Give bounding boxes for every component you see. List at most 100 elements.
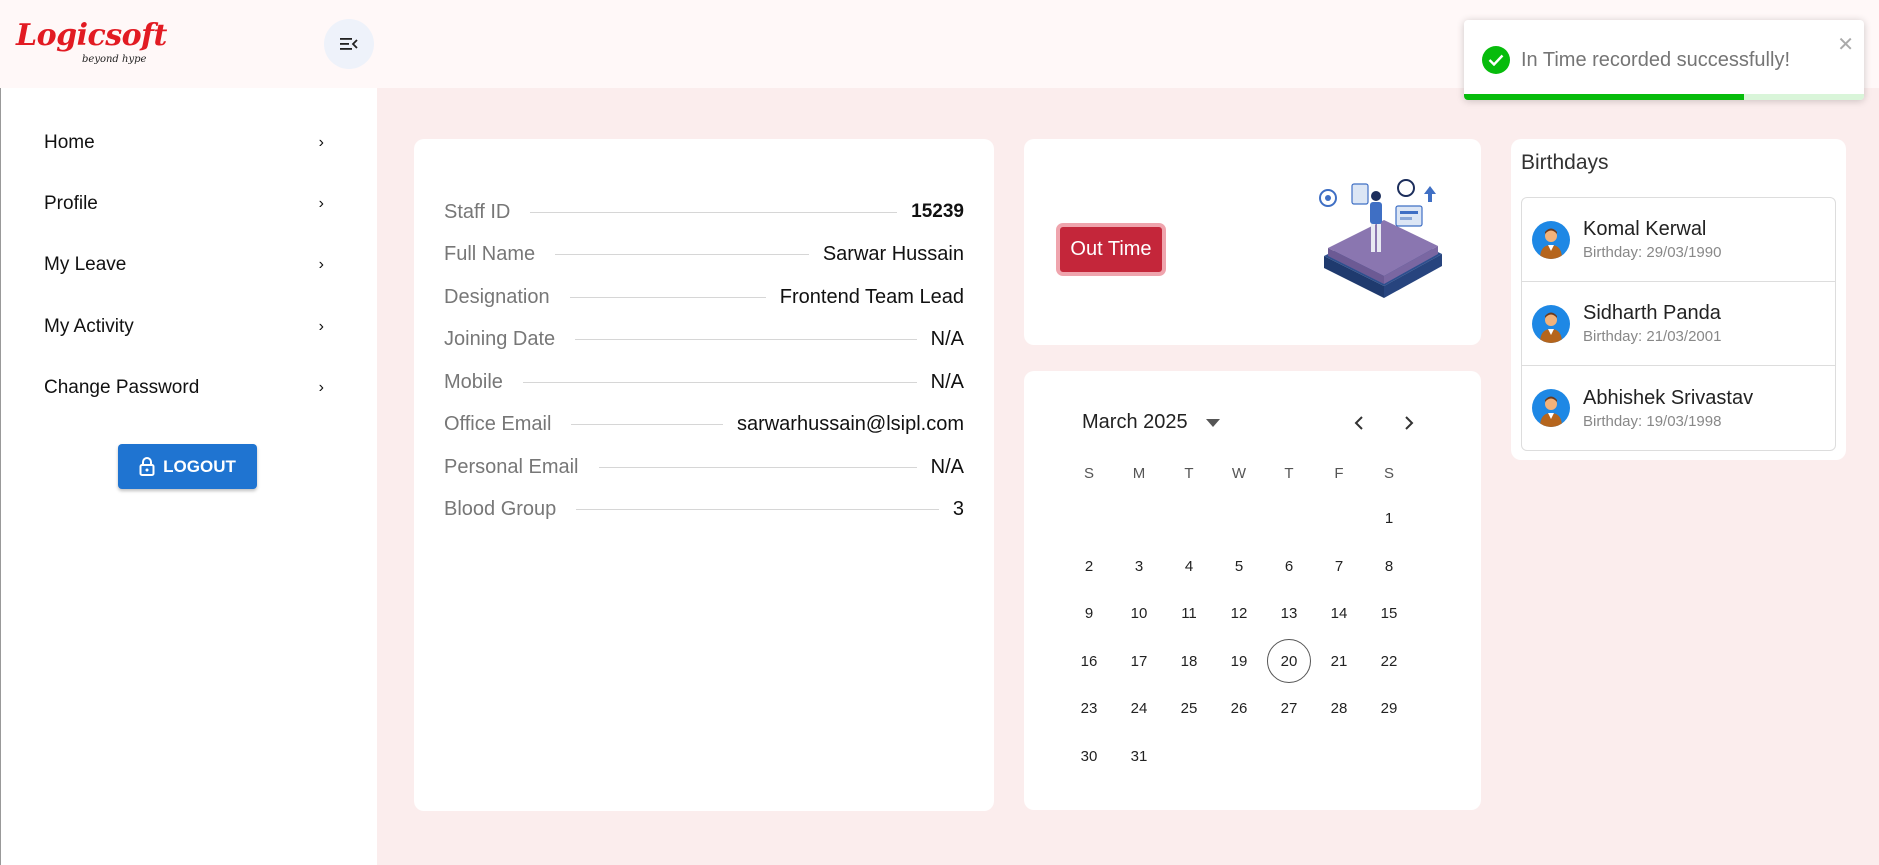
- calendar-week: 30 31: [1064, 733, 1414, 781]
- calendar-day-number: 31: [1130, 747, 1148, 765]
- info-label: Full Name: [444, 242, 536, 265]
- calendar-day[interactable]: 18: [1164, 638, 1214, 686]
- calendar-card: March 2025 S M T W T F S 1 2 3 4 5 6 7 8 9 10 11 12…: [1024, 371, 1481, 810]
- calendar-day[interactable]: 13: [1264, 590, 1314, 638]
- calendar-day-number: 16: [1080, 652, 1098, 670]
- info-label: Office Email: [444, 412, 552, 435]
- birthday-item[interactable]: Komal Kerwal Birthday: 29/03/1990: [1522, 198, 1835, 282]
- brand-logo[interactable]: Logicsoft beyond hype: [16, 18, 167, 65]
- calendar-day[interactable]: 7: [1314, 543, 1364, 591]
- calendar-day: [1164, 733, 1214, 781]
- calendar-week: 1: [1064, 495, 1414, 543]
- birthday-list: Komal Kerwal Birthday: 29/03/1990 Sidhar…: [1521, 197, 1836, 451]
- sidebar-item-label: Profile: [44, 193, 98, 214]
- info-value: 3: [952, 497, 964, 520]
- birthday-date: Birthday: 21/03/2001: [1583, 328, 1722, 345]
- calendar-day-number: 17: [1130, 652, 1148, 670]
- calendar-day-number: 12: [1230, 605, 1248, 623]
- calendar-day[interactable]: 21: [1314, 638, 1364, 686]
- calendar-day[interactable]: 17: [1114, 638, 1164, 686]
- next-month-button[interactable]: [1395, 409, 1423, 437]
- calendar-day[interactable]: 31: [1114, 733, 1164, 781]
- out-time-button[interactable]: Out Time: [1056, 223, 1166, 276]
- logout-button[interactable]: LOGOUT: [118, 444, 257, 489]
- calendar-day-number: 24: [1130, 700, 1148, 718]
- calendar-day[interactable]: 25: [1164, 685, 1214, 733]
- calendar-day[interactable]: 19: [1214, 638, 1264, 686]
- calendar-day[interactable]: 3: [1114, 543, 1164, 591]
- brand-tagline: beyond hype: [82, 54, 147, 65]
- birthday-item[interactable]: Abhishek Srivastav Birthday: 19/03/1998: [1522, 366, 1835, 450]
- calendar-day[interactable]: 2: [1064, 543, 1114, 591]
- calendar-day-number: 1: [1384, 510, 1394, 528]
- info-row-full-name: Full Name Sarwar Hussain: [444, 239, 964, 269]
- success-toast[interactable]: In Time recorded successfully! ✕: [1464, 20, 1864, 100]
- calendar-day-number: 14: [1330, 605, 1348, 623]
- calendar-weeks: 1 2 3 4 5 6 7 8 9 10 11 12 13 14 15 16 17 18 19 20 21 22 23 24 2…: [1064, 495, 1414, 780]
- calendar-day[interactable]: 16: [1064, 638, 1114, 686]
- chevron-right-icon: ›: [318, 134, 324, 151]
- calendar-week: 16 17 18 19 20 21 22: [1064, 638, 1414, 686]
- weekday-label: W: [1231, 465, 1247, 482]
- calendar-day[interactable]: 4: [1164, 543, 1214, 591]
- sidebar-item-my-leave[interactable]: My Leave ›: [44, 245, 324, 285]
- calendar-day[interactable]: 5: [1214, 543, 1264, 591]
- info-value: sarwarhussain@lsipl.com: [736, 412, 964, 435]
- calendar-day-number: 7: [1334, 557, 1344, 575]
- month-selector[interactable]: March 2025: [1082, 411, 1220, 434]
- calendar-day-number: 10: [1130, 605, 1148, 623]
- sidebar-item-my-activity[interactable]: My Activity ›: [44, 307, 324, 347]
- calendar-day[interactable]: 1: [1364, 495, 1414, 543]
- chevron-left-icon: [1354, 416, 1363, 430]
- calendar-week: 23 24 25 26 27 28 29: [1064, 685, 1414, 733]
- avatar: [1532, 389, 1570, 427]
- calendar-day[interactable]: 15: [1364, 590, 1414, 638]
- calendar-day[interactable]: 30: [1064, 733, 1114, 781]
- calendar-day[interactable]: 28: [1314, 685, 1364, 733]
- chevron-right-icon: ›: [318, 379, 324, 396]
- calendar-day-number: 5: [1234, 557, 1244, 575]
- calendar-day[interactable]: 8: [1364, 543, 1414, 591]
- info-label: Blood Group: [444, 497, 557, 520]
- calendar-day[interactable]: 26: [1214, 685, 1264, 733]
- calendar-day[interactable]: 6: [1264, 543, 1314, 591]
- calendar-day[interactable]: 11: [1164, 590, 1214, 638]
- calendar-day[interactable]: 29: [1364, 685, 1414, 733]
- info-value: N/A: [930, 370, 964, 393]
- info-label: Personal Email: [444, 455, 579, 478]
- calendar-day-number: 28: [1330, 700, 1348, 718]
- calendar-day-number: 29: [1380, 700, 1398, 718]
- info-label: Joining Date: [444, 327, 556, 350]
- divider: [569, 296, 766, 298]
- info-value: Frontend Team Lead: [779, 285, 964, 308]
- calendar-day[interactable]: 9: [1064, 590, 1114, 638]
- close-icon[interactable]: ✕: [1837, 32, 1854, 57]
- info-row-mobile: Mobile N/A: [444, 367, 964, 397]
- calendar-day[interactable]: 24: [1114, 685, 1164, 733]
- calendar-day[interactable]: 27: [1264, 685, 1314, 733]
- sidebar-item-home[interactable]: Home ›: [44, 123, 324, 163]
- prev-month-button[interactable]: [1345, 409, 1373, 437]
- calendar-day[interactable]: 14: [1314, 590, 1364, 638]
- sidebar-item-change-password[interactable]: Change Password ›: [44, 368, 324, 408]
- sidebar-item-label: My Activity: [44, 316, 134, 337]
- calendar-day[interactable]: 10: [1114, 590, 1164, 638]
- calendar-day-number: 30: [1080, 747, 1098, 765]
- menu-toggle-button[interactable]: [324, 19, 374, 69]
- sidebar-item-label: Change Password: [44, 377, 200, 398]
- weekday-label: M: [1132, 465, 1146, 482]
- info-value: N/A: [930, 455, 964, 478]
- calendar-day[interactable]: 22: [1364, 638, 1414, 686]
- divider: [530, 211, 898, 213]
- calendar-day-number: 19: [1230, 652, 1248, 670]
- birthday-item[interactable]: Sidharth Panda Birthday: 21/03/2001: [1522, 282, 1835, 366]
- calendar-day[interactable]: 23: [1064, 685, 1114, 733]
- calendar-day-today[interactable]: 20: [1264, 638, 1314, 686]
- toast-progress-track: [1464, 94, 1864, 100]
- person-avatar-icon: [1540, 396, 1562, 427]
- sidebar-item-profile[interactable]: Profile ›: [44, 184, 324, 224]
- sidebar-item-label: Home: [44, 132, 95, 153]
- divider: [555, 253, 809, 255]
- brand-name: Logicsoft: [16, 18, 167, 53]
- calendar-day[interactable]: 12: [1214, 590, 1264, 638]
